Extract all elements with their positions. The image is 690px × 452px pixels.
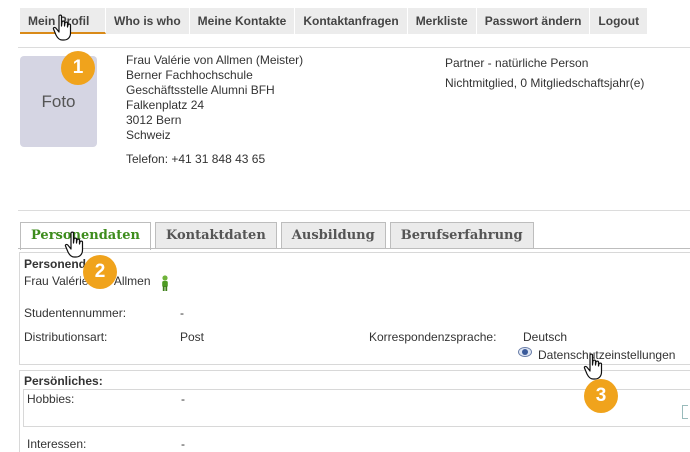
nav-who-is-who[interactable]: Who is who xyxy=(106,8,190,34)
student-number-value: - xyxy=(180,306,184,320)
person-icon xyxy=(162,275,168,291)
photo-label: Foto xyxy=(41,91,76,111)
hand-cursor-icon xyxy=(64,231,84,258)
hobbies-value: - xyxy=(181,392,185,406)
partner-type: Partner - natürliche Person xyxy=(445,56,589,70)
distribution-value: Post xyxy=(180,330,205,344)
address-name: Frau Valérie von Allmen (Meister) xyxy=(126,53,304,67)
address-city: 3012 Bern xyxy=(126,113,182,127)
address-street: Falkenplatz 24 xyxy=(126,98,205,112)
callout-marker-1: 1 xyxy=(61,51,95,85)
nav-passwort-aendern[interactable]: Passwort ändern xyxy=(476,8,591,34)
phone-number: Telefon: +41 31 848 43 65 xyxy=(126,152,266,166)
nav-logout[interactable]: Logout xyxy=(590,8,649,34)
profile-panel: Foto Frau Valérie von Allmen (Meister) B… xyxy=(18,47,690,211)
address-organisation: Berner Fachhochschule xyxy=(126,68,253,82)
interests-value: - xyxy=(181,437,185,451)
hand-cursor-icon xyxy=(583,353,603,380)
nav-merkliste[interactable]: Merkliste xyxy=(407,8,477,34)
interests-label: Interessen: xyxy=(27,437,87,451)
hand-cursor-icon xyxy=(52,14,72,41)
profile-tabs: Personendaten Kontaktdaten Ausbildung Be… xyxy=(20,222,538,250)
tab-kontaktdaten[interactable]: Kontaktdaten xyxy=(154,222,277,249)
distribution-label: Distributionsart: xyxy=(24,330,108,344)
nav-kontaktanfragen[interactable]: Kontaktanfragen xyxy=(295,8,408,34)
membership-status: Nichtmitglied, 0 Mitgliedschaftsjahr(e) xyxy=(445,76,645,90)
address-department: Geschäftsstelle Alumni BFH xyxy=(126,83,275,97)
language-label: Korrespondenzsprache: xyxy=(369,330,497,344)
hobbies-label: Hobbies: xyxy=(27,392,75,406)
language-value: Deutsch xyxy=(523,330,568,344)
tab-berufserfahrung[interactable]: Berufserfahrung xyxy=(389,222,534,249)
top-navigation: Mein Profil Who is who Meine Kontakte Ko… xyxy=(20,8,649,34)
partner-info: Partner - natürliche Person Nichtmitglie… xyxy=(445,53,644,93)
tab-ausbildung[interactable]: Ausbildung xyxy=(280,222,386,249)
student-number-label: Studentennummer: xyxy=(24,306,127,320)
callout-marker-3: 3 xyxy=(584,379,618,413)
callout-marker-2: 2 xyxy=(83,255,117,289)
address-block: Frau Valérie von Allmen (Meister) Berner… xyxy=(126,53,303,143)
address-country: Schweiz xyxy=(126,128,171,142)
tabs-divider xyxy=(18,248,690,249)
nav-meine-kontakte[interactable]: Meine Kontakte xyxy=(189,8,296,34)
eye-icon[interactable] xyxy=(518,347,532,357)
personal-info-heading: Persönliches: xyxy=(24,374,103,388)
privacy-settings-link[interactable]: Datenschutzeinstellungen xyxy=(538,348,675,362)
resize-handle[interactable] xyxy=(682,405,688,419)
